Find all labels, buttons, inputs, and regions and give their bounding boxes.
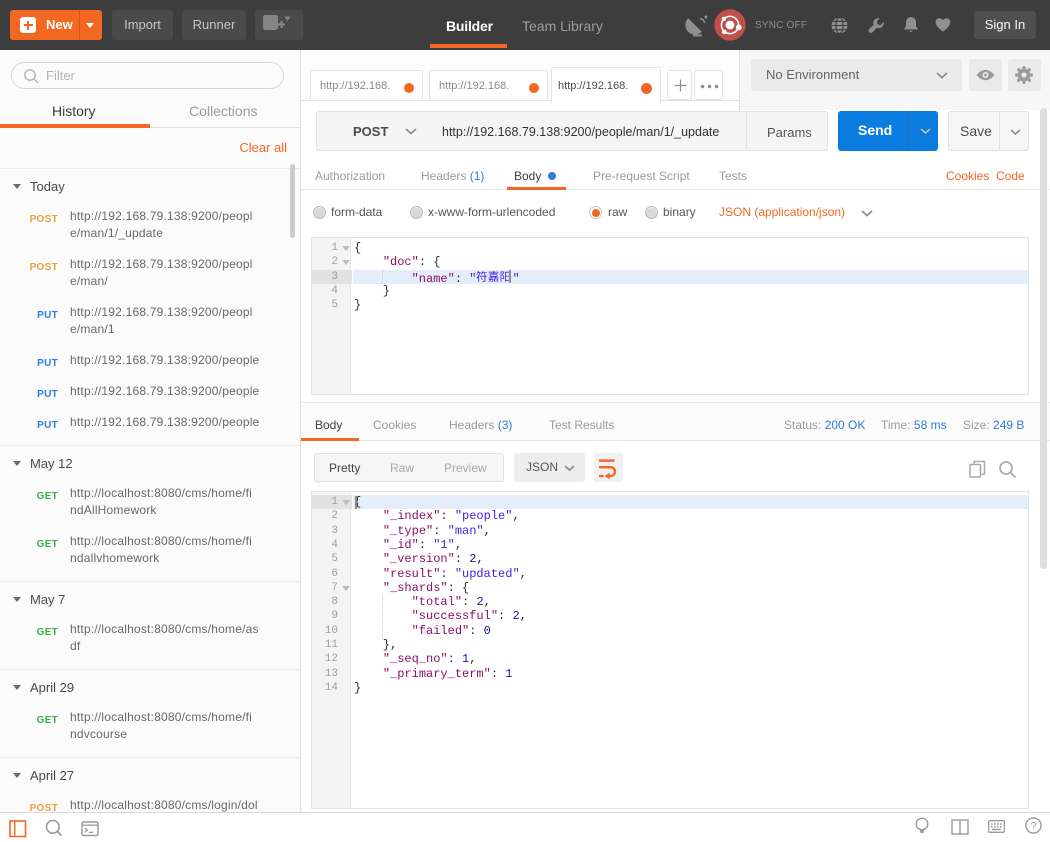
svg-text:?: ? [1030,821,1036,833]
